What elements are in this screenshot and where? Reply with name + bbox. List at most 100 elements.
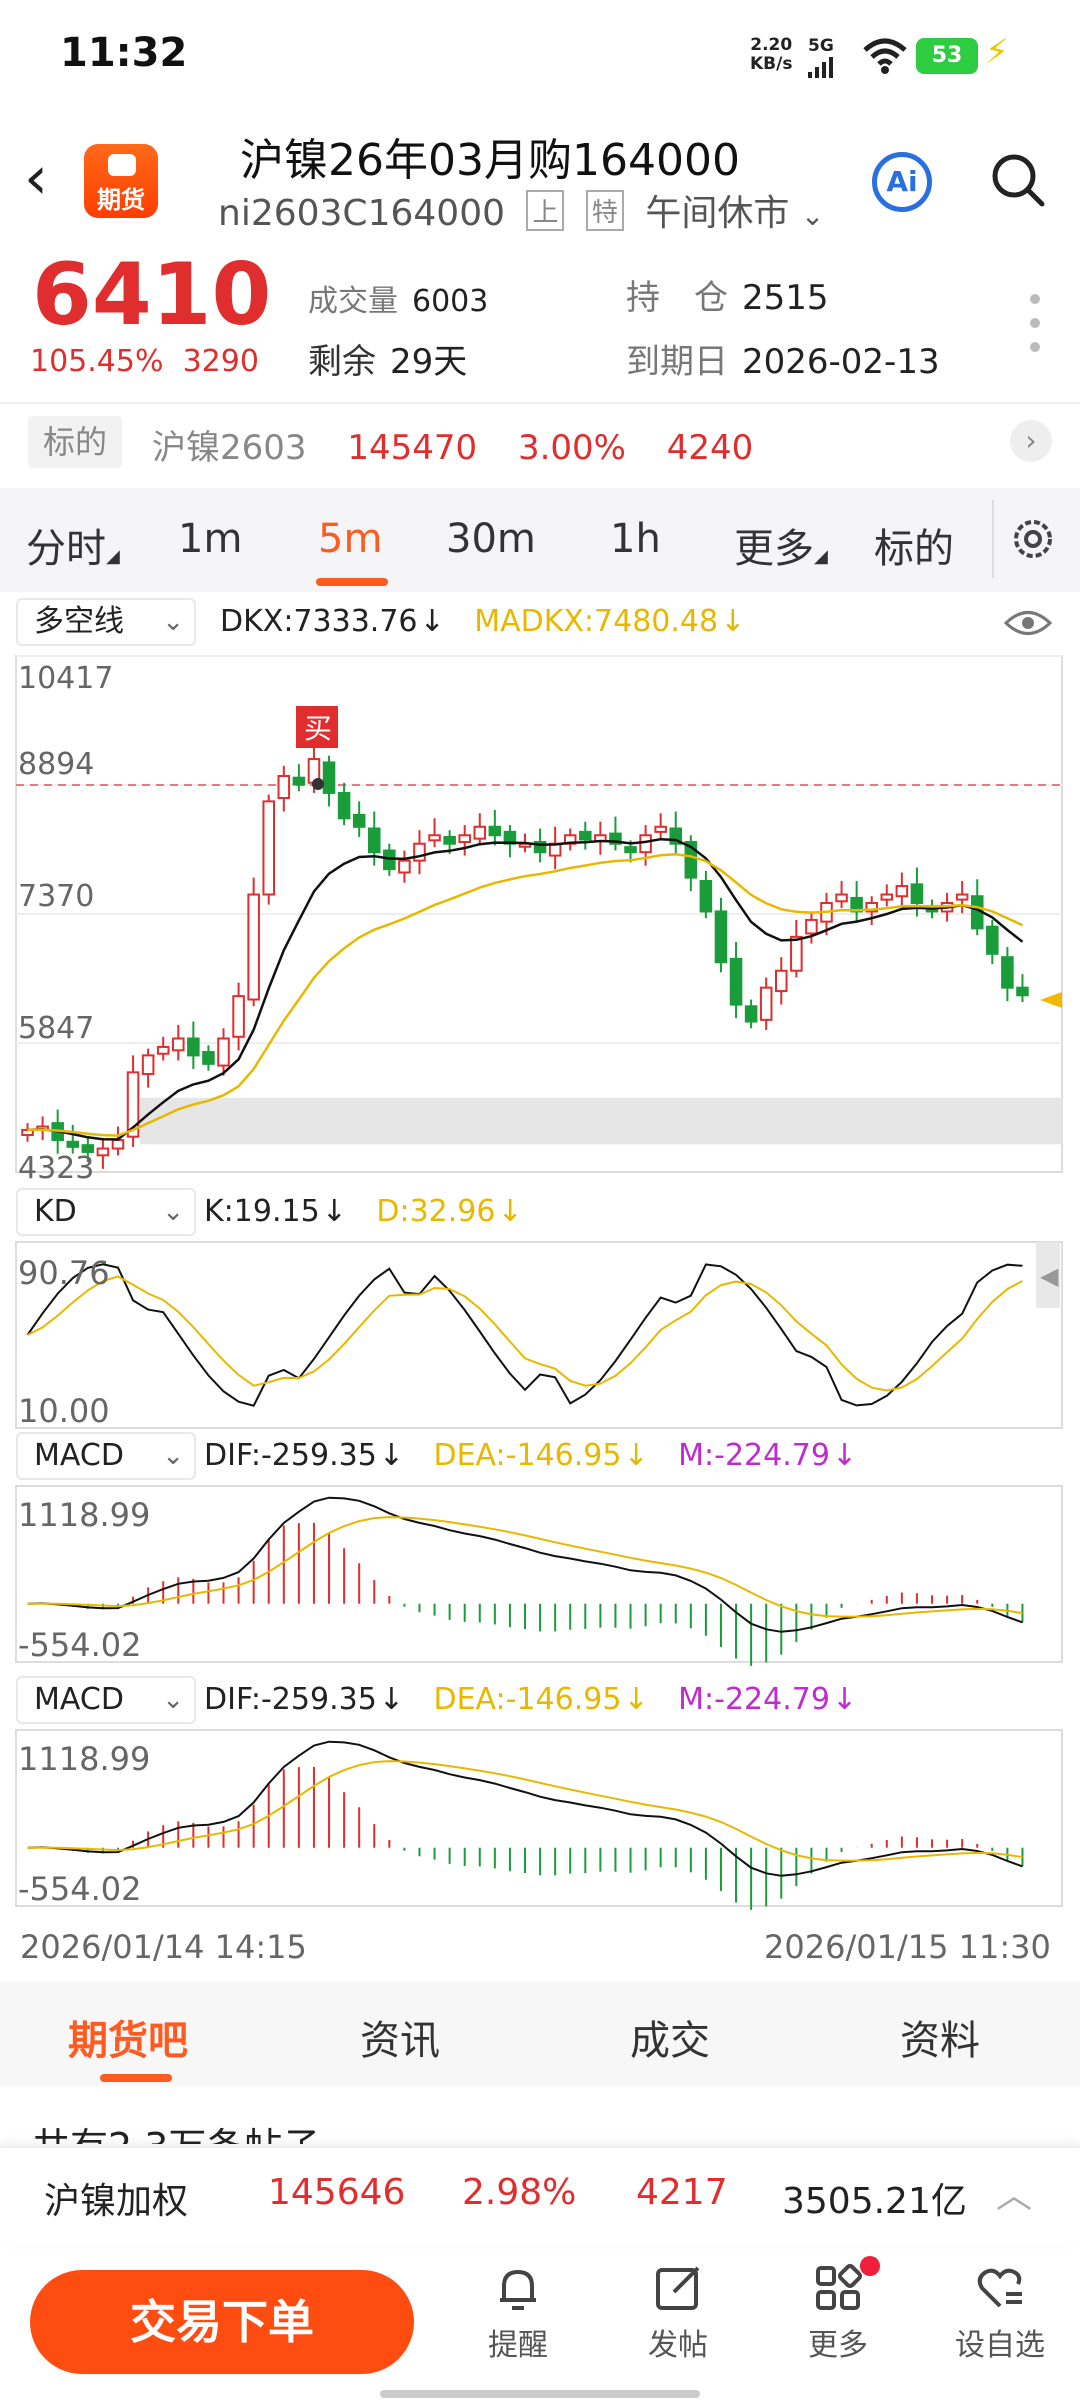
tab-more[interactable]: 更多◢ [734, 516, 828, 574]
trade-button[interactable]: 交易下单 [30, 2270, 414, 2374]
index-name: 沪镍加权 [44, 2181, 189, 2222]
kd-panel [15, 1241, 1063, 1429]
nav-post[interactable]: 发帖 [628, 2262, 728, 2364]
candle [322, 761, 336, 794]
post-count: 共有2.3万条帖子 [32, 2116, 320, 2144]
k-line [26, 1263, 1023, 1407]
charging-icon: ⚡ [985, 32, 1009, 72]
notification-dot [860, 2256, 880, 2276]
candle [955, 893, 969, 901]
contract-code: ni2603C164000 [218, 193, 505, 234]
index-amount: 3505.21亿 [782, 2181, 967, 2222]
macd2-dea-line [27, 1760, 1023, 1862]
nav-alert[interactable]: 提醒 [468, 2262, 568, 2364]
contract-subtitle[interactable]: ni2603C164000 上 特 午间休市 ⌄ [218, 184, 824, 236]
candle [986, 925, 999, 955]
bell-icon [500, 2269, 536, 2310]
tab-forum[interactable]: 期货吧 [68, 2008, 188, 2066]
candle [292, 776, 306, 786]
chevron-down-icon: ⌄ [162, 607, 184, 637]
index-change-pct: 2.98% [462, 2172, 577, 2213]
signal-icon: 5G [808, 36, 834, 83]
last-price: 6410 [32, 245, 272, 345]
candle [232, 995, 245, 1038]
candle [488, 825, 502, 837]
buy-marker-label: 买 [304, 712, 332, 745]
candle [744, 1005, 758, 1023]
macd2-y-max: 1118.99 [18, 1740, 150, 1778]
tab-5m[interactable]: 5m [318, 516, 382, 562]
chevron-down-icon: ⌄ [800, 199, 825, 232]
more-icon[interactable] [1030, 294, 1040, 366]
candle [428, 834, 441, 842]
time-end: 2026/01/15 11:30 [764, 1928, 1051, 1966]
nav-more[interactable]: 更多 [788, 2262, 888, 2364]
underlying-quote: 沪镍2603 145470 3.00% 4240 [152, 428, 754, 468]
grid-icon [816, 2263, 863, 2310]
chevron-right-icon[interactable]: › [1010, 420, 1052, 462]
candle [262, 800, 276, 896]
candle [458, 834, 471, 844]
candle [699, 879, 713, 913]
content-tabs: 期货吧 资讯 成交 资料 [0, 1982, 1080, 2086]
tab-trades[interactable]: 成交 [630, 2008, 710, 2066]
price-change: 105.45% 3290 [30, 344, 259, 379]
nav-watchlist[interactable]: 设自选 [950, 2262, 1050, 2364]
eye-icon[interactable] [1004, 608, 1052, 638]
candle [141, 1054, 155, 1076]
tab-1h[interactable]: 1h [610, 516, 661, 562]
active-tab-indicator [316, 578, 388, 586]
chevron-up-icon[interactable]: ︿ [996, 2166, 1032, 2218]
chevron-left-icon: ◀ [1040, 1262, 1059, 1290]
search-icon[interactable] [990, 152, 1046, 208]
clock: 11:32 [60, 30, 188, 76]
index-price: 145646 [268, 2172, 406, 2213]
candle [202, 1051, 215, 1065]
y-tick: 8894 [18, 747, 94, 782]
y-tick: 7370 [18, 879, 94, 914]
tab-timeshare[interactable]: 分时◢ [26, 516, 120, 574]
tab-30m[interactable]: 30m [446, 516, 536, 562]
kline-chart[interactable]: 10417 8894 7370 5847 4323 90.76 10.00 11… [0, 650, 1080, 1950]
expiry-stat: 到期日 2026-02-13 [626, 342, 940, 382]
main-indicator-values: DKX:7333.76↓ MADKX:7480.48↓ [220, 604, 746, 639]
volume-stat: 成交量 6003 [308, 284, 489, 319]
panel-frame [15, 1485, 1063, 1663]
candle [111, 1139, 125, 1150]
heart-list-icon [977, 2268, 1022, 2308]
candle [277, 774, 291, 799]
candle [910, 883, 924, 904]
special-tag: 特 [585, 190, 624, 231]
back-icon[interactable]: ‹ [24, 148, 48, 208]
main-indicator-select[interactable]: 多空线 ⌄ [16, 598, 196, 646]
tab-news[interactable]: 资讯 [360, 2008, 440, 2066]
macd-y-max: 1118.99 [18, 1496, 150, 1534]
ai-assistant-button[interactable]: Ai [872, 152, 932, 212]
candle [835, 893, 848, 903]
candle [1001, 956, 1014, 989]
candle [66, 1140, 80, 1148]
macd2-y-min: -554.02 [18, 1870, 142, 1908]
tab-info[interactable]: 资料 [900, 2008, 980, 2066]
tab-underlying[interactable]: 标的 [874, 516, 954, 574]
candle [352, 813, 366, 828]
index-change: 4217 [636, 2172, 728, 2213]
tab-1m[interactable]: 1m [178, 516, 242, 562]
candle [156, 1045, 170, 1055]
candle [172, 1037, 185, 1052]
y-tick: 10417 [18, 661, 113, 696]
candle [217, 1037, 230, 1067]
candle [247, 893, 260, 1001]
active-tab-indicator [100, 2074, 172, 2082]
candle [729, 957, 743, 1006]
buy-point [312, 778, 324, 790]
candle [639, 834, 652, 854]
logo-icon [108, 154, 136, 176]
time-start: 2026/01/14 14:15 [20, 1928, 307, 1966]
gear-icon[interactable] [1006, 512, 1060, 566]
divider [992, 500, 994, 578]
d-line [27, 1275, 1023, 1392]
candle [624, 846, 637, 854]
kd-y-min: 10.00 [18, 1392, 110, 1430]
wifi-icon [863, 38, 907, 74]
